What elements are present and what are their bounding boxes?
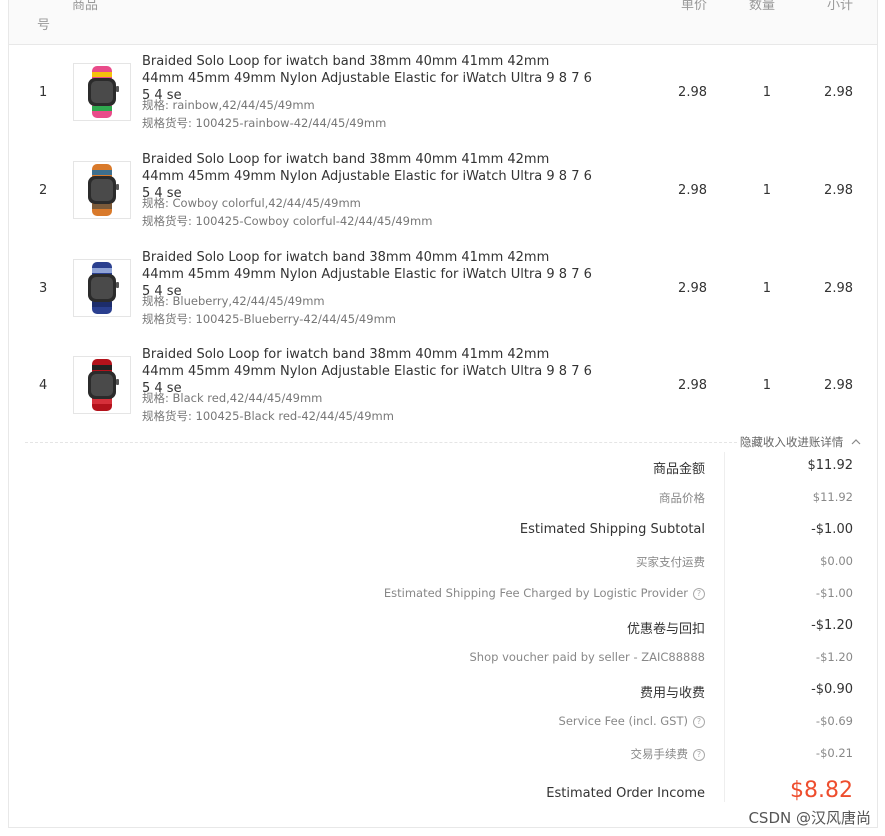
row-index: 1 (39, 85, 48, 100)
product-variation: 规格: Blueberry,42/44/45/49mm (142, 294, 325, 308)
summary-row: Estimated Shipping Subtotal -$1.00 (9, 522, 877, 542)
summary-value: -$1.20 (811, 618, 853, 633)
hide-details-label: 隐藏收入收进账详情 (739, 435, 844, 449)
help-icon[interactable]: ? (693, 716, 705, 728)
header-product: 商品 (72, 0, 99, 13)
summary-row: Service Fee (incl. GST)? -$0.69 (9, 714, 877, 734)
product-thumbnail[interactable] (73, 259, 131, 317)
table-row: 4 Braided Solo Loop for iwatch band 38mm… (9, 338, 877, 436)
table-row: 3 Braided Solo Loop for iwatch band 38mm… (9, 241, 877, 339)
order-income-panel: 号 商品 单价 数量 小计 1 Braided Solo Loop for iw… (8, 0, 878, 828)
summary-value: -$0.21 (815, 746, 853, 760)
product-variation: 规格: Cowboy colorful,42/44/45/49mm (142, 196, 361, 210)
product-thumbnail[interactable] (73, 356, 131, 414)
summary-divider (25, 442, 737, 443)
row-index: 4 (39, 378, 48, 393)
total-label: Estimated Order Income (546, 786, 705, 801)
chevron-up-icon (847, 435, 861, 449)
product-sku: 规格货号: 100425-Black red-42/44/45/49mm (142, 409, 394, 423)
summary-value: -$0.90 (811, 682, 853, 697)
summary-label: 商品金额 (652, 462, 705, 477)
product-sku: 规格货号: 100425-Cowboy colorful-42/44/45/49… (142, 214, 433, 228)
product-sku: 规格货号: 100425-Blueberry-42/44/45/49mm (142, 312, 396, 326)
summary-row: 商品价格 $11.92 (9, 490, 877, 510)
summary-row: 优惠卷与回扣 -$1.20 (9, 618, 877, 638)
summary-row: Estimated Shipping Fee Charged by Logist… (9, 586, 877, 606)
row-subtotal: 2.98 (824, 85, 853, 100)
summary-label: Estimated Shipping Subtotal (519, 522, 705, 537)
product-thumbnail[interactable] (73, 63, 131, 121)
watermark: CSDN @汉风唐尚 (748, 809, 871, 827)
row-subtotal: 2.98 (824, 378, 853, 393)
product-thumbnail[interactable] (73, 161, 131, 219)
product-variation: 规格: Black red,42/44/45/49mm (142, 391, 323, 405)
summary-row: 商品金额 $11.92 (9, 458, 877, 478)
quantity: 1 (762, 183, 771, 198)
row-index: 3 (39, 281, 48, 296)
summary-label: Service Fee (incl. GST) (558, 714, 688, 728)
header-qty: 数量 (748, 0, 775, 13)
summary-value: -$1.00 (815, 586, 853, 600)
summary-row: Shop voucher paid by seller - ZAIC88888 … (9, 650, 877, 670)
total-value: $8.82 (790, 778, 853, 803)
watch-band-image (88, 164, 119, 216)
unit-price: 2.98 (678, 183, 707, 198)
total-row: Estimated Order Income $8.82 (9, 778, 877, 803)
quantity: 1 (762, 85, 771, 100)
table-row: 1 Braided Solo Loop for iwatch band 38mm… (9, 45, 877, 143)
summary-value: $0.00 (820, 554, 853, 568)
summary-label: Shop voucher paid by seller - ZAIC88888 (469, 650, 705, 664)
summary-value: $11.92 (812, 490, 853, 504)
summary-value: -$1.20 (815, 650, 853, 664)
help-icon[interactable]: ? (693, 749, 705, 761)
watch-band-image (88, 66, 119, 118)
unit-price: 2.98 (678, 378, 707, 393)
summary-value: $11.92 (807, 458, 854, 473)
summary-label: 交易手续费 (630, 747, 689, 761)
row-subtotal: 2.98 (824, 281, 853, 296)
quantity: 1 (762, 281, 771, 296)
product-variation: 规格: rainbow,42/44/45/49mm (142, 98, 315, 112)
unit-price: 2.98 (678, 85, 707, 100)
summary-value: -$1.00 (811, 522, 853, 537)
summary-label: Estimated Shipping Fee Charged by Logist… (383, 586, 688, 600)
quantity: 1 (762, 378, 771, 393)
summary-label: 商品价格 (659, 491, 705, 505)
row-subtotal: 2.98 (824, 183, 853, 198)
watch-band-image (88, 262, 119, 314)
header-no: 号 (37, 18, 51, 33)
help-icon[interactable]: ? (693, 588, 705, 600)
unit-price: 2.98 (678, 281, 707, 296)
summary-row: 交易手续费? -$0.21 (9, 746, 877, 766)
summary-label: 费用与收费 (639, 686, 705, 701)
header-subtotal: 小计 (826, 0, 853, 13)
table-row: 2 Braided Solo Loop for iwatch band 38mm… (9, 143, 877, 241)
summary-value: -$0.69 (815, 714, 853, 728)
row-index: 2 (39, 183, 48, 198)
watch-band-image (88, 359, 119, 411)
header-price: 单价 (680, 0, 707, 13)
summary-row: 买家支付运费 $0.00 (9, 554, 877, 574)
summary-label: 优惠卷与回扣 (626, 622, 705, 637)
product-sku: 规格货号: 100425-rainbow-42/44/45/49mm (142, 116, 387, 130)
summary-label: 买家支付运费 (636, 555, 705, 569)
summary-row: 费用与收费 -$0.90 (9, 682, 877, 702)
table-header: 号 商品 单价 数量 小计 (9, 0, 877, 45)
hide-details-toggle[interactable]: 隐藏收入收进账详情 (740, 434, 861, 450)
